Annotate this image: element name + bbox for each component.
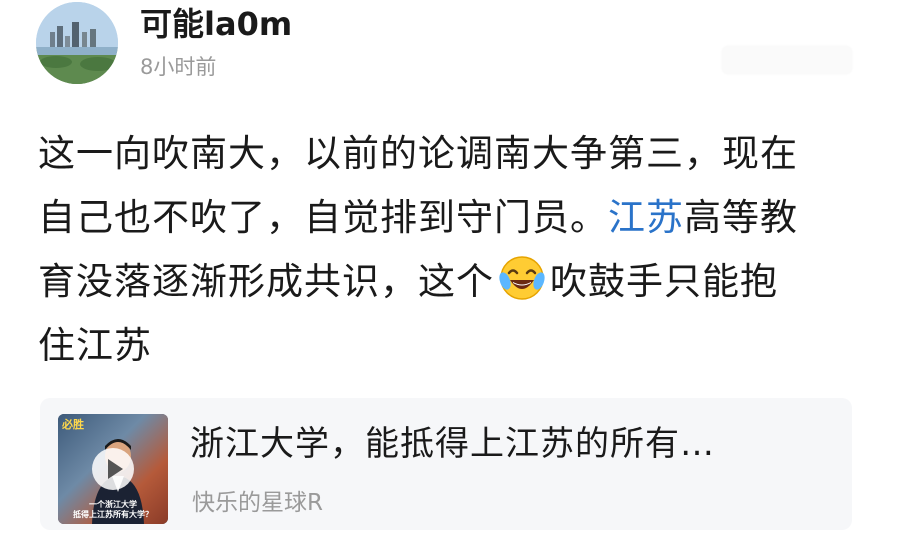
avatar-image: [36, 2, 118, 84]
post-body-text: 育没落逐渐形成共识，这个: [38, 260, 494, 303]
video-thumbnail: 必胜 一个浙江大学 抵得上江苏所有大学？: [58, 414, 168, 524]
thumbnail-caption: 一个浙江大学 抵得上江苏所有大学？: [58, 500, 168, 520]
post-timestamp: 8小时前: [140, 55, 217, 79]
thumbnail-caption-line: 抵得上江苏所有大学？: [73, 510, 153, 519]
post-page: 可能la0m 8小时前 这一向吹南大，以前的论调南大争第三，现在 自己也不吹了，…: [0, 0, 906, 539]
shared-card-source[interactable]: 快乐的星球R: [192, 488, 323, 518]
post-body-line: 自己也不吹了，自觉排到守门员。江苏高等教: [38, 186, 868, 250]
post-body-line: 这一向吹南大，以前的论调南大争第三，现在: [38, 132, 798, 175]
play-icon[interactable]: [92, 448, 134, 490]
author-name[interactable]: 可能la0m: [140, 4, 292, 44]
thumbnail-caption-line: 一个浙江大学: [89, 500, 137, 509]
shared-video-card[interactable]: 必胜 一个浙江大学 抵得上江苏所有大学？ 浙江大学，能抵得上江苏的所有… 快乐的…: [40, 398, 852, 530]
shared-card-title[interactable]: 浙江大学，能抵得上江苏的所有…: [190, 422, 830, 466]
post-body-text: 自己也不吹了，自觉排到守门员。: [38, 196, 608, 239]
thumbnail-top-text: 必胜: [62, 418, 84, 431]
author-avatar[interactable]: [36, 2, 118, 84]
topic-link-jiangsu[interactable]: 江苏: [608, 196, 684, 239]
post-body-text: 吹鼓手只能抱: [550, 260, 778, 303]
post-body: 这一向吹南大，以前的论调南大争第三，现在 自己也不吹了，自觉排到守门员。江苏高等…: [38, 122, 868, 378]
post-body-line: 住江苏: [38, 324, 152, 367]
post-body-line: 育没落逐渐形成共识，这个 吹鼓手只能抱: [38, 250, 868, 314]
laughing-tears-emoji-icon: [499, 256, 545, 300]
post-body-text: 高等教: [684, 196, 798, 239]
more-options-area[interactable]: [722, 46, 852, 74]
